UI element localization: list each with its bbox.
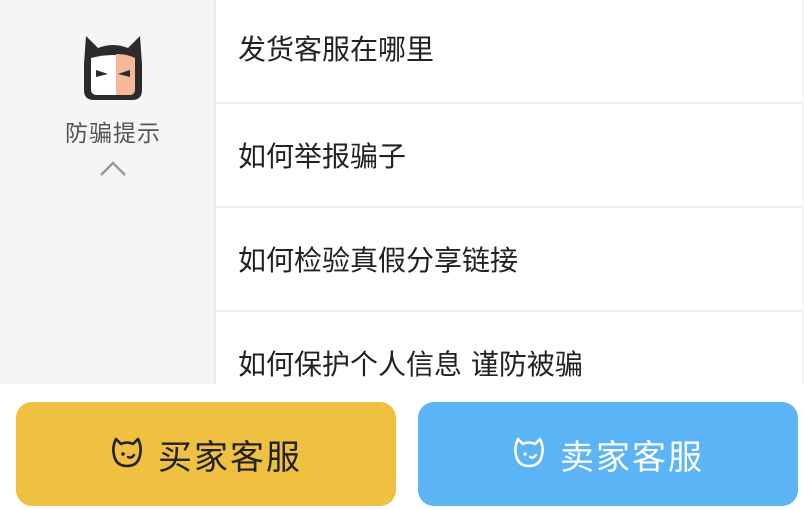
faq-item-label: 发货客服在哪里 xyxy=(238,33,435,66)
faq-item-report-scammer[interactable]: 如何举报骗子 xyxy=(216,104,802,208)
seller-service-button[interactable]: 卖家客服 xyxy=(418,402,798,506)
faq-item-label: 如何保护个人信息 谨防被骗 xyxy=(238,348,583,381)
buyer-service-button[interactable]: 买家客服 xyxy=(16,402,396,506)
seller-service-label: 卖家客服 xyxy=(560,437,704,478)
sidebar-tab-label: 防骗提示 xyxy=(65,121,161,147)
buyer-service-label: 买家客服 xyxy=(158,437,302,478)
sidebar: 防骗提示 xyxy=(12,0,214,384)
faq-list: 发货客服在哪里 如何举报骗子 如何检验真假分享链接 如何保护个人信息 谨防被骗 xyxy=(216,0,802,384)
devil-face-icon xyxy=(84,36,142,100)
left-edge xyxy=(0,0,12,384)
chevron-up-icon[interactable] xyxy=(98,158,128,178)
page: 防骗提示 发货客服在哪里 如何举报骗子 如何检验真假分享链接 如何保护个人信息 … xyxy=(0,0,804,510)
bottom-bar: 买家客服 卖家客服 xyxy=(0,384,804,510)
faq-item-verify-link[interactable]: 如何检验真假分享链接 xyxy=(216,208,802,312)
faq-item-label: 如何举报骗子 xyxy=(238,140,407,173)
sidebar-tab-anti-fraud[interactable]: 防骗提示 xyxy=(12,0,214,200)
faq-item-label: 如何检验真假分享链接 xyxy=(238,244,519,277)
faq-item-shipping-service[interactable]: 发货客服在哪里 xyxy=(216,0,802,104)
smile-chat-icon xyxy=(112,437,142,468)
faq-item-protect-info[interactable]: 如何保护个人信息 谨防被骗 xyxy=(216,312,802,384)
smile-chat-icon xyxy=(514,437,544,468)
